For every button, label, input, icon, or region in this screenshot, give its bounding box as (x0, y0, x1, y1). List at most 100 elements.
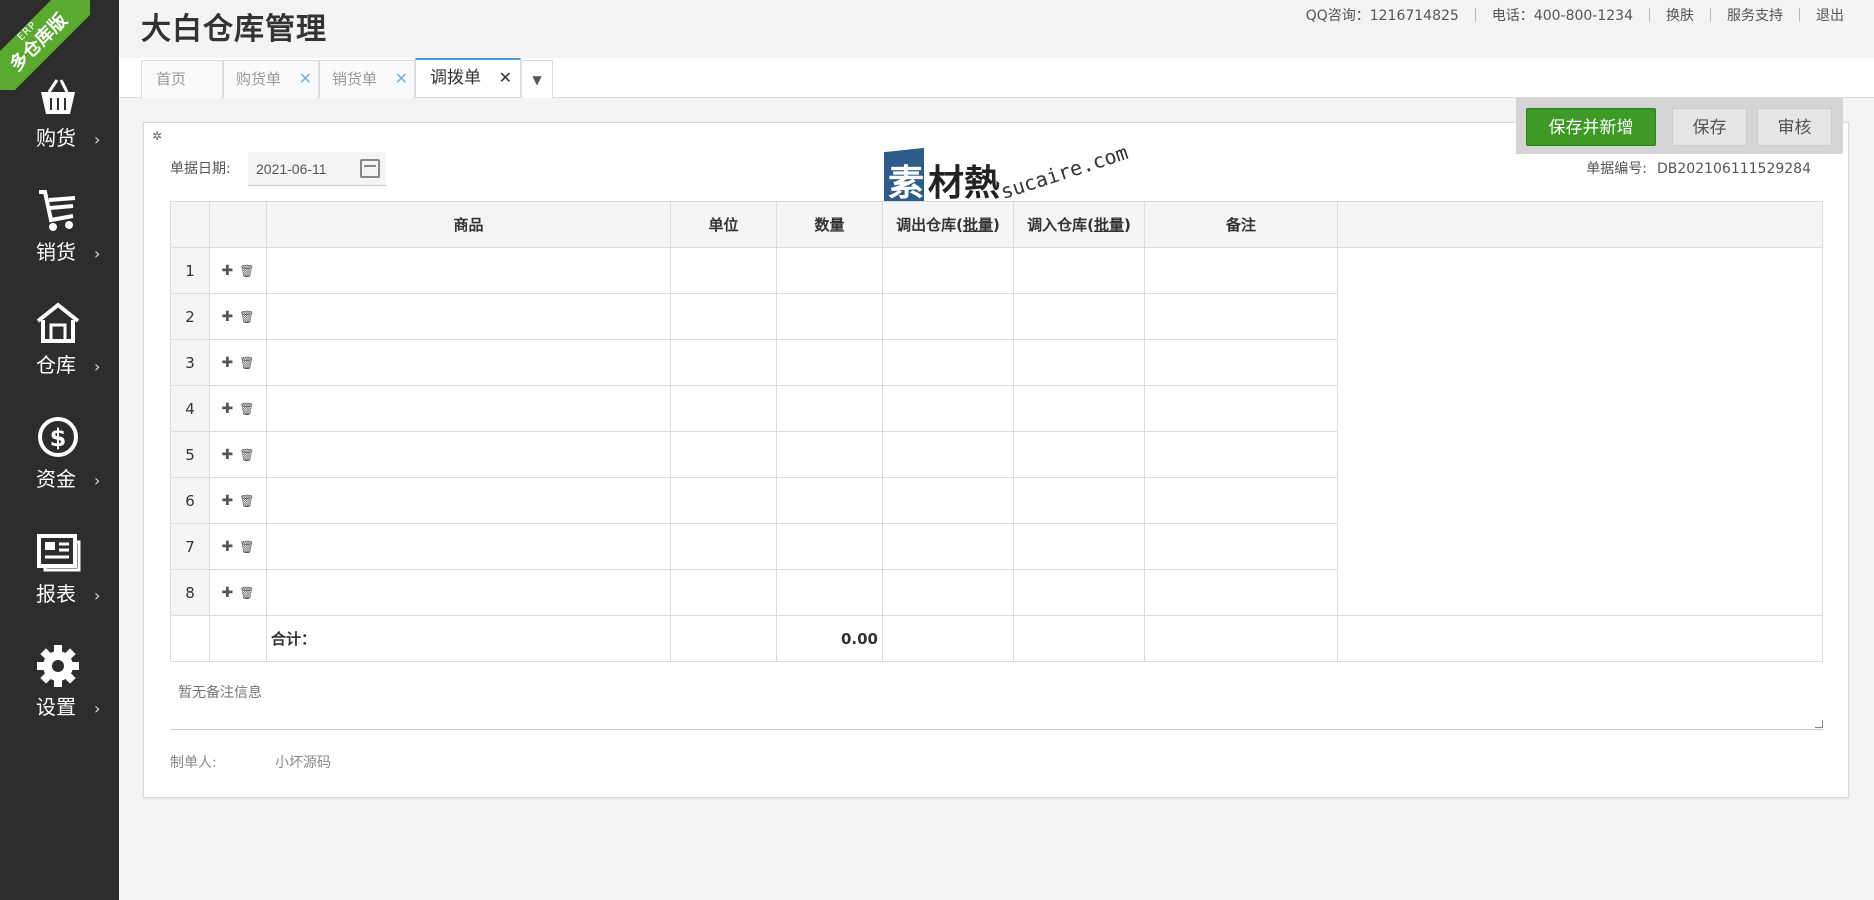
sidebar-item-sales[interactable]: 销货 › (0, 188, 119, 298)
cell-in-warehouse[interactable] (1013, 385, 1145, 432)
close-icon[interactable]: ✕ (299, 61, 312, 97)
add-row-icon[interactable]: ✚ (222, 447, 234, 463)
remark-textarea[interactable] (170, 670, 1823, 730)
cell-qty[interactable] (776, 523, 883, 570)
header-in-warehouse: 调入仓库(批量) (1013, 201, 1145, 248)
in-wh-batch-link[interactable]: 批量 (1094, 216, 1124, 234)
sidebar-item-warehouse[interactable]: 仓库 › (0, 301, 119, 411)
sidebar-item-reports[interactable]: 报表 › (0, 530, 119, 640)
tab-transfer-order[interactable]: 调拨单 ✕ (415, 58, 521, 97)
logo-chars: 材熱 (928, 163, 1001, 204)
cell-qty[interactable] (776, 339, 883, 386)
cell-in-warehouse[interactable] (1013, 339, 1145, 386)
cell-out-warehouse[interactable] (882, 339, 1014, 386)
cell-qty[interactable] (776, 385, 883, 432)
add-row-icon[interactable]: ✚ (222, 355, 234, 371)
tab-purchase-order[interactable]: 购货单 ✕ (223, 60, 319, 98)
phone-link[interactable]: 电话：400-800-1234 (1476, 5, 1649, 25)
cell-out-warehouse[interactable] (882, 247, 1014, 294)
add-row-icon[interactable]: ✚ (222, 585, 234, 601)
basket-icon (41, 79, 75, 114)
qq-consult-link[interactable]: QQ咨询：1216714825 (1290, 5, 1475, 25)
cell-in-warehouse[interactable] (1013, 477, 1145, 524)
cell-note[interactable] (1144, 477, 1338, 524)
cell-unit[interactable] (670, 431, 777, 478)
tab-sales-order[interactable]: 销货单 ✕ (319, 60, 415, 98)
sidebar-item-funds[interactable]: $ 资金 › (0, 415, 119, 525)
cell-unit[interactable] (670, 339, 777, 386)
add-row-icon[interactable]: ✚ (222, 493, 234, 509)
cell-product[interactable] (266, 339, 671, 386)
cell-unit[interactable] (670, 523, 777, 570)
delete-row-icon[interactable]: 🗑 (239, 310, 254, 324)
cell-out-warehouse[interactable] (882, 293, 1014, 340)
skin-link[interactable]: 换肤 (1650, 5, 1710, 25)
close-icon[interactable]: ✕ (395, 61, 408, 97)
delete-row-icon[interactable]: 🗑 (239, 448, 254, 462)
cell-qty[interactable] (776, 247, 883, 294)
cell-note[interactable] (1144, 339, 1338, 386)
cell-product[interactable] (266, 293, 671, 340)
calendar-icon[interactable] (360, 159, 380, 178)
cell-product[interactable] (266, 523, 671, 570)
cell-product[interactable] (266, 431, 671, 478)
add-row-icon[interactable]: ✚ (222, 401, 234, 417)
add-row-icon[interactable]: ✚ (222, 539, 234, 555)
cell-product[interactable] (266, 569, 671, 616)
row-number: 6 (170, 477, 210, 524)
cart-icon (39, 190, 76, 231)
cell-in-warehouse[interactable] (1013, 247, 1145, 294)
cell-out-warehouse[interactable] (882, 523, 1014, 570)
cell-unit[interactable] (670, 385, 777, 432)
save-button[interactable]: 保存 (1672, 108, 1747, 146)
cell-product[interactable] (266, 385, 671, 432)
cell-note[interactable] (1144, 569, 1338, 616)
close-icon[interactable]: ✕ (499, 60, 512, 96)
cell-qty[interactable] (776, 569, 883, 616)
cell-note[interactable] (1144, 523, 1338, 570)
out-wh-batch-link[interactable]: 批量 (963, 216, 993, 234)
delete-row-icon[interactable]: 🗑 (239, 402, 254, 416)
cell-unit[interactable] (670, 247, 777, 294)
logout-link[interactable]: 退出 (1800, 5, 1844, 25)
resize-handle[interactable] (1815, 720, 1823, 728)
delete-row-icon[interactable]: 🗑 (239, 494, 254, 508)
total-filler (1337, 615, 1823, 662)
cell-out-warehouse[interactable] (882, 385, 1014, 432)
delete-row-icon[interactable]: 🗑 (239, 586, 254, 600)
support-link[interactable]: 服务支持 (1711, 5, 1799, 25)
tab-dropdown-button[interactable]: ▼ (521, 60, 553, 98)
audit-button[interactable]: 审核 (1757, 108, 1832, 146)
cell-in-warehouse[interactable] (1013, 569, 1145, 616)
action-toolbar: 保存并新增 保存 审核 (1516, 98, 1843, 154)
delete-row-icon[interactable]: 🗑 (239, 540, 254, 554)
cell-qty[interactable] (776, 477, 883, 524)
save-and-new-button[interactable]: 保存并新增 (1526, 108, 1656, 146)
cell-unit[interactable] (670, 293, 777, 340)
cell-product[interactable] (266, 477, 671, 524)
delete-row-icon[interactable]: 🗑 (239, 264, 254, 278)
delete-row-icon[interactable]: 🗑 (239, 356, 254, 370)
settings-gear-icon[interactable]: ✲ (152, 129, 162, 143)
cell-out-warehouse[interactable] (882, 569, 1014, 616)
sidebar-item-purchase[interactable]: 购货 › (0, 74, 119, 184)
add-row-icon[interactable]: ✚ (222, 263, 234, 279)
cell-qty[interactable] (776, 293, 883, 340)
cell-in-warehouse[interactable] (1013, 293, 1145, 340)
add-row-icon[interactable]: ✚ (222, 309, 234, 325)
cell-note[interactable] (1144, 293, 1338, 340)
cell-note[interactable] (1144, 247, 1338, 294)
cell-unit[interactable] (670, 477, 777, 524)
cell-note[interactable] (1144, 431, 1338, 478)
doc-number-value: DB202106111529284 (1657, 161, 1811, 177)
cell-note[interactable] (1144, 385, 1338, 432)
cell-in-warehouse[interactable] (1013, 523, 1145, 570)
cell-product[interactable] (266, 247, 671, 294)
cell-unit[interactable] (670, 569, 777, 616)
sidebar-item-settings[interactable]: 设置 › (0, 643, 119, 753)
cell-in-warehouse[interactable] (1013, 431, 1145, 478)
cell-qty[interactable] (776, 431, 883, 478)
cell-out-warehouse[interactable] (882, 431, 1014, 478)
cell-out-warehouse[interactable] (882, 477, 1014, 524)
tab-home[interactable]: 首页 (141, 60, 223, 98)
